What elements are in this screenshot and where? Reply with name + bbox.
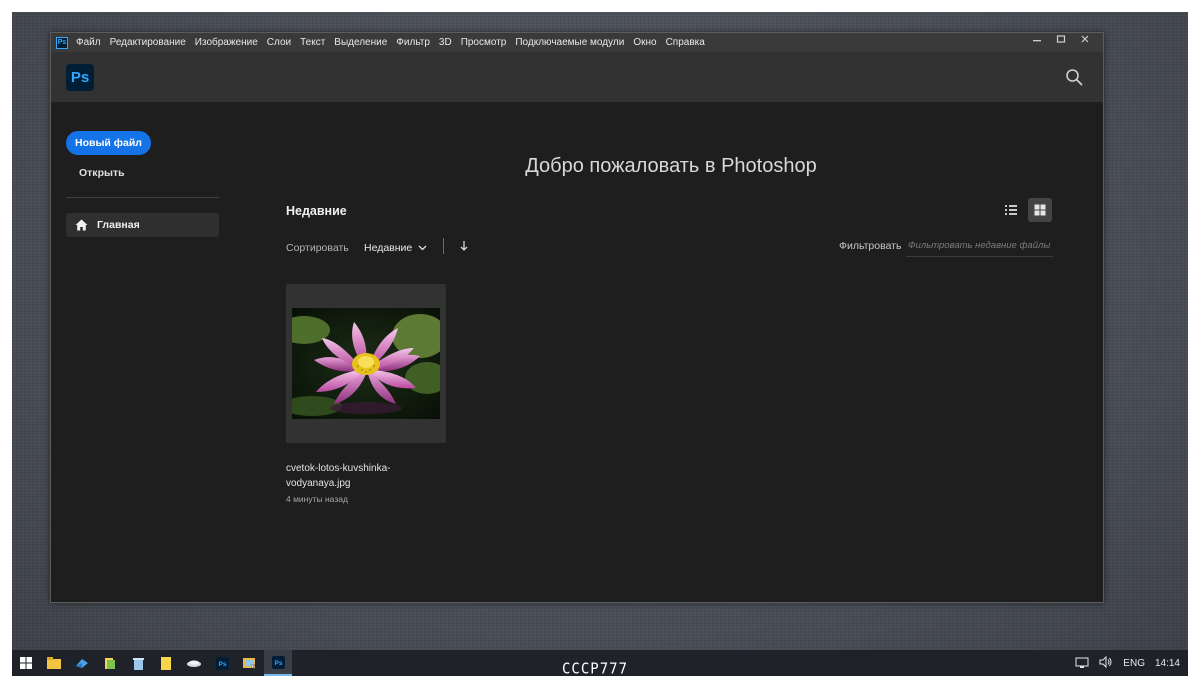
taskbar-recycle-bin[interactable] — [124, 650, 152, 676]
open-button[interactable]: Открыть — [79, 167, 125, 179]
minimize-icon[interactable] — [1025, 33, 1049, 52]
svg-text:Ps: Ps — [274, 660, 282, 667]
folder-icon — [47, 657, 61, 669]
photoshop-window: Ps Файл Редактирование Изображение Слои … — [50, 32, 1104, 603]
grid-view-button[interactable] — [1028, 198, 1052, 222]
taskbar-app-3[interactable] — [96, 650, 124, 676]
menu-file[interactable]: Файл — [76, 37, 101, 48]
menu-bar: Ps Файл Редактирование Изображение Слои … — [51, 33, 1103, 52]
network-icon[interactable] — [1075, 657, 1089, 669]
photoshop-icon: Ps — [215, 656, 229, 670]
app-header: Ps — [51, 52, 1103, 102]
svg-text:Ps: Ps — [218, 661, 226, 668]
menu-plugins[interactable]: Подключаемые модули — [515, 37, 624, 48]
start-button[interactable] — [12, 650, 40, 676]
sort-label: Сортировать — [286, 242, 349, 254]
home-screen: Новый файл Открыть Главная Добро пожалов… — [51, 102, 1103, 602]
recycle-bin-icon — [132, 657, 144, 670]
file-modified-time: 4 минуты назад — [286, 494, 348, 504]
menu-layers[interactable]: Слои — [267, 37, 291, 48]
image-viewer-icon — [243, 657, 256, 670]
filter-input[interactable] — [906, 235, 1053, 257]
sidebar-divider — [66, 197, 219, 198]
list-view-icon[interactable] — [999, 198, 1023, 222]
window-controls — [1025, 33, 1097, 52]
files-app-icon — [105, 657, 115, 669]
welcome-title: Добро пожаловать в Photoshop — [525, 155, 817, 177]
menu-3d[interactable]: 3D — [439, 37, 452, 48]
grid-view-icon — [1034, 204, 1046, 216]
watermark-text: СССР777 — [562, 660, 629, 678]
sort-dropdown[interactable]: Недавние — [364, 242, 427, 254]
new-file-button[interactable]: Новый файл — [66, 131, 151, 155]
menu-select[interactable]: Выделение — [334, 37, 387, 48]
menu-image[interactable]: Изображение — [195, 37, 258, 48]
close-icon[interactable] — [1073, 33, 1097, 52]
clock[interactable]: 14:14 — [1155, 658, 1180, 669]
menu-help[interactable]: Справка — [666, 37, 705, 48]
language-indicator[interactable]: ENG — [1123, 658, 1145, 669]
menu-view[interactable]: Просмотр — [461, 37, 507, 48]
chevron-down-icon — [418, 245, 427, 251]
taskbar-app-8[interactable] — [236, 650, 264, 676]
photoshop-logo[interactable]: Ps — [66, 64, 94, 91]
photoshop-icon: Ps — [271, 655, 285, 669]
disk-app-icon — [187, 660, 201, 667]
maximize-icon[interactable] — [1049, 33, 1073, 52]
recent-file-card[interactable] — [286, 284, 446, 443]
system-tray: ENG 14:14 — [1075, 650, 1180, 676]
volume-icon[interactable] — [1099, 655, 1113, 671]
windows-start-icon — [20, 657, 32, 669]
home-icon — [75, 219, 88, 231]
sidebar-item-label: Главная — [97, 219, 140, 231]
desktop-wallpaper: Ps Файл Редактирование Изображение Слои … — [12, 12, 1188, 676]
menu-filter[interactable]: Фильтр — [396, 37, 430, 48]
taskbar-app-5[interactable] — [152, 650, 180, 676]
taskbar-photoshop-1[interactable]: Ps — [208, 650, 236, 676]
taskbar-app-2[interactable] — [68, 650, 96, 676]
search-icon[interactable] — [1065, 68, 1083, 86]
taskbar-explorer[interactable] — [40, 650, 68, 676]
recent-heading: Недавние — [286, 204, 347, 218]
sort-value: Недавние — [364, 242, 413, 254]
sidebar-item-home[interactable]: Главная — [66, 213, 219, 237]
network-app-icon — [76, 659, 88, 668]
taskbar-app-6[interactable] — [180, 650, 208, 676]
taskbar-photoshop-active[interactable]: Ps — [264, 650, 292, 676]
file-thumbnail — [292, 308, 440, 419]
menu-edit[interactable]: Редактирование — [110, 37, 186, 48]
notes-app-icon — [161, 656, 171, 670]
menu-window[interactable]: Окно — [633, 37, 656, 48]
sort-divider — [443, 238, 444, 254]
filter-label: Фильтровать — [839, 240, 902, 252]
app-icon: Ps — [56, 36, 68, 49]
sort-direction-icon[interactable] — [459, 240, 469, 252]
menu-type[interactable]: Текст — [300, 37, 325, 48]
file-name[interactable]: cvetok-lotos-kuvshinka-vodyanaya.jpg — [286, 461, 426, 491]
